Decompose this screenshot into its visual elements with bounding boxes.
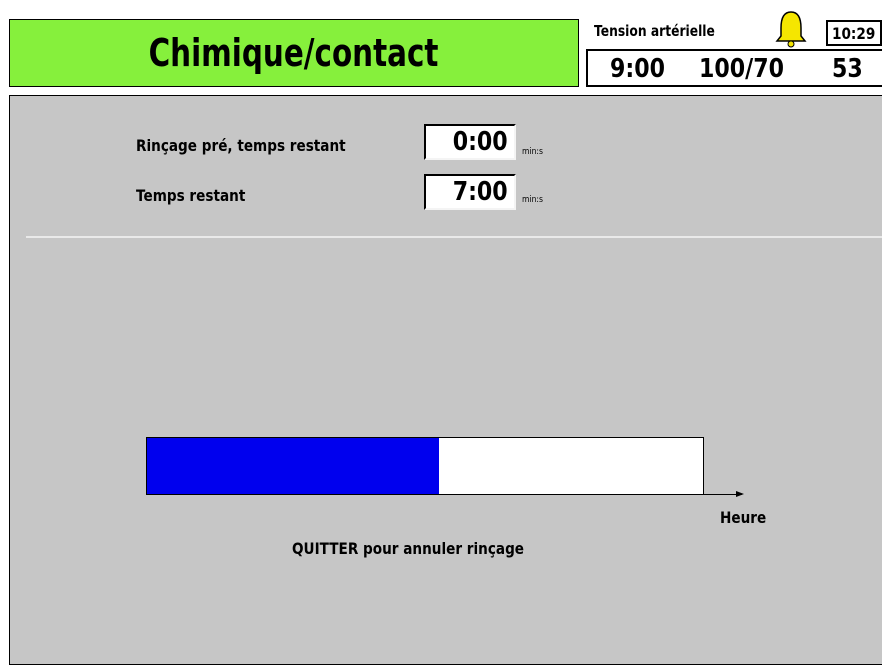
quit-hint: QUITTER pour annuler rinçage (292, 539, 525, 558)
rinse-progress-bar (146, 437, 704, 495)
clock-display: 10:29 (826, 20, 882, 46)
dialysis-screen: Chimique/contact Tension artérielle 10:2… (0, 0, 882, 668)
screen-title-banner: Chimique/contact (9, 19, 579, 87)
rinse-timers-section (26, 101, 882, 238)
bp-pulse: 53 (832, 54, 863, 84)
remaining-time-value: 7:00 (453, 177, 508, 207)
bp-time: 9:00 (610, 54, 665, 84)
rinse-progress-fill (147, 438, 440, 494)
remaining-time-field: 7:00 (424, 174, 516, 210)
pre-rinse-label: Rinçage pré, temps restant (136, 136, 346, 155)
pre-rinse-unit: min:s (522, 147, 543, 157)
remaining-time-label: Temps restant (136, 186, 246, 205)
pre-rinse-time-field: 0:00 (424, 124, 516, 160)
blood-pressure-label: Tension artérielle (594, 22, 715, 40)
clock-time: 10:29 (832, 23, 876, 43)
bp-pressure: 100/70 (699, 54, 784, 84)
remaining-time-unit: min:s (522, 195, 543, 205)
blood-pressure-readout: 9:00 100/70 53 (586, 49, 882, 87)
time-axis-label: Heure (720, 508, 767, 527)
screen-title: Chimique/contact (149, 31, 439, 75)
time-axis-line (146, 494, 742, 495)
pre-rinse-time-value: 0:00 (453, 127, 508, 157)
time-axis-arrow-icon (736, 491, 744, 497)
bell-icon (775, 11, 807, 48)
